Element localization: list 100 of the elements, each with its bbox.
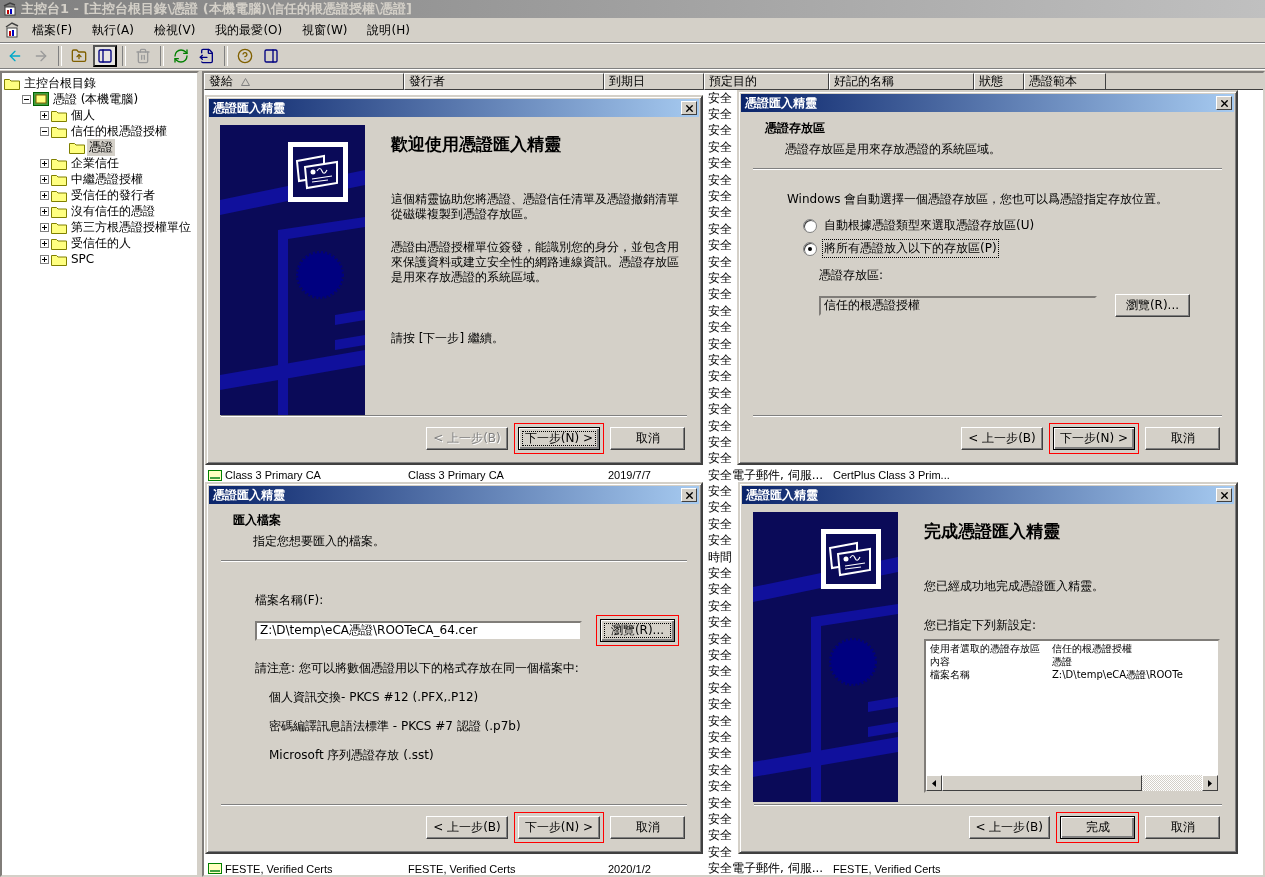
radio-button[interactable] — [803, 241, 817, 256]
wizard-button[interactable]: 取消 — [1145, 427, 1220, 450]
table-cell: 安全 — [708, 647, 732, 664]
radio-label[interactable]: 將所有憑證放入以下的存放區(P) — [823, 240, 998, 257]
file-output-icon — [199, 47, 215, 64]
browse-button[interactable]: 瀏覽(R)... — [1115, 294, 1190, 317]
console-tree-button[interactable] — [93, 44, 117, 67]
horizontal-scrollbar[interactable] — [926, 775, 1218, 791]
table-cell: 安全 — [708, 761, 732, 779]
setting-name: 使用者選取的憑證存放區 — [930, 642, 1041, 655]
wizard-text: 這個精靈協助您將憑證、憑證信任清單及憑證撤銷清單從磁碟複製到憑證存放區。 — [391, 192, 680, 222]
tree-item[interactable]: 中繼憑證授權 — [69, 170, 145, 188]
expand-icon[interactable] — [40, 110, 49, 120]
tree-item[interactable]: 個人 — [69, 106, 97, 124]
panel-right-icon — [263, 47, 279, 64]
menu-item[interactable]: 檔案(F) — [24, 19, 81, 41]
expand-icon[interactable] — [40, 190, 49, 200]
wizard-button[interactable]: 完成 — [1060, 816, 1135, 839]
close-button[interactable] — [1216, 96, 1232, 110]
wizard-button[interactable]: 取消 — [610, 816, 685, 839]
menu-item[interactable]: 說明(H) — [359, 19, 418, 41]
table-cell: 安全 — [708, 483, 732, 501]
page-heading: 憑證存放區 — [765, 120, 826, 137]
scroll-left-icon — [932, 779, 936, 787]
menu-item[interactable]: 視窗(W) — [294, 19, 356, 41]
wizard-text: 請按 [下一步] 繼續。 — [391, 331, 505, 346]
table-cell: 2020/1/2 — [608, 862, 651, 875]
table-cell: 安全 — [708, 319, 732, 337]
wizard-button[interactable]: 下一步(N) > — [517, 816, 600, 839]
collapse-icon[interactable] — [22, 94, 31, 104]
expand-icon[interactable] — [40, 158, 49, 168]
wizard-button[interactable]: 取消 — [1145, 816, 1220, 839]
expand-icon[interactable] — [40, 174, 49, 184]
wizard-heading: 歡迎使用憑證匯入精靈 — [391, 133, 562, 156]
column-header[interactable]: 到期日 — [604, 73, 704, 90]
wizard-button[interactable]: 取消 — [610, 427, 685, 450]
table-cell: 安全 — [708, 450, 732, 468]
menu-item[interactable]: 我的最愛(O) — [207, 19, 291, 41]
table-cell: 安全 — [708, 122, 732, 140]
column-header[interactable]: 發行者 — [404, 73, 604, 90]
expand-icon[interactable] — [40, 206, 49, 216]
close-button[interactable] — [681, 101, 697, 115]
note-text: 請注意: 您可以將數個憑證用以下的格式存放在同一個檔案中: — [255, 660, 580, 677]
close-button[interactable] — [681, 488, 697, 502]
column-header[interactable]: 憑證範本 — [1024, 73, 1106, 90]
column-header[interactable]: 好記的名稱 — [829, 73, 974, 90]
table-cell: 安全 — [708, 827, 732, 845]
table-cell: 安全電子郵件, 伺服... — [708, 466, 824, 484]
column-header[interactable]: 發給 — [204, 73, 404, 90]
wizard-button[interactable]: 下一步(N) > — [1052, 427, 1135, 450]
menu-item[interactable]: 檢視(V) — [145, 19, 204, 41]
wizard-text: 您已經成功地完成憑證匯入精靈。 — [924, 579, 1105, 594]
tree-item[interactable]: 沒有信任的憑證 — [69, 202, 157, 220]
table-cell: 安全 — [708, 335, 732, 353]
menu-item[interactable]: 執行(A) — [84, 19, 142, 41]
wizard-button[interactable]: < 上一步(B) — [968, 816, 1050, 839]
tree-item[interactable]: 受信任的人 — [69, 234, 133, 252]
tree-item[interactable]: 信任的根憑證授權 — [69, 122, 169, 140]
table-cell: 安全 — [708, 679, 732, 697]
format-item: Microsoft 序列憑證存放 (.sst) — [269, 747, 435, 764]
table-cell: 安全電子郵件, 伺服... — [708, 860, 824, 875]
tree-item[interactable]: 企業信任 — [69, 154, 121, 172]
folder-icon — [51, 108, 67, 122]
close-button[interactable] — [1216, 488, 1232, 502]
tree-item[interactable]: 第三方根憑證授權單位 — [69, 218, 193, 236]
panel-left-icon — [97, 47, 113, 64]
tree-item[interactable]: SPC — [69, 252, 97, 266]
table-cell: 安全 — [708, 499, 732, 517]
folder-icon — [51, 220, 67, 234]
tree-item[interactable]: 受信任的發行者 — [69, 186, 157, 204]
radio-label[interactable]: 自動根據憑證類型來選取憑證存放區(U) — [823, 217, 1036, 234]
setting-name: 內容 — [930, 655, 951, 668]
collapse-icon[interactable] — [40, 126, 49, 136]
wizard-text: 憑證由憑證授權單位簽發，能識別您的身分，並包含用來保護資料或建立安全性的網路連線資訊。憑證存放區是用來存放憑證的系統區域。 — [391, 240, 680, 285]
column-header[interactable]: 預定目的 — [704, 73, 829, 90]
folder-icon — [4, 76, 20, 90]
table-cell: 安全 — [708, 728, 732, 746]
console-document-icon[interactable] — [4, 22, 20, 38]
expand-icon[interactable] — [40, 238, 49, 248]
tree-item[interactable]: 憑證 (本機電腦) — [51, 90, 141, 108]
wizard-heading: 完成憑證匯入精靈 — [924, 520, 1061, 543]
table-cell: 安全 — [708, 778, 732, 796]
tree-item[interactable]: 主控台根目錄 — [22, 74, 98, 92]
tree-item[interactable]: 憑證 — [87, 138, 115, 156]
text-field[interactable]: Z:\D\temp\eCA憑證\ROOTeCA_64.cer — [255, 620, 582, 641]
wizard-button[interactable]: 下一步(N) > — [517, 427, 600, 450]
radio-button[interactable] — [803, 218, 817, 233]
expand-icon[interactable] — [40, 222, 49, 232]
browse-button[interactable]: 瀏覽(R)... — [600, 619, 675, 642]
column-header[interactable]: 狀態 — [974, 73, 1024, 90]
close-icon — [683, 489, 695, 501]
expand-icon[interactable] — [40, 254, 49, 264]
console-app-icon — [3, 2, 17, 16]
folder-icon — [51, 204, 67, 218]
folder-icon — [51, 188, 67, 202]
table-cell: 安全 — [708, 417, 732, 435]
table-cell: 安全 — [708, 696, 732, 714]
table-cell: 安全 — [708, 138, 732, 156]
wizard-button[interactable]: < 上一步(B) — [426, 816, 508, 839]
wizard-button[interactable]: < 上一步(B) — [961, 427, 1043, 450]
